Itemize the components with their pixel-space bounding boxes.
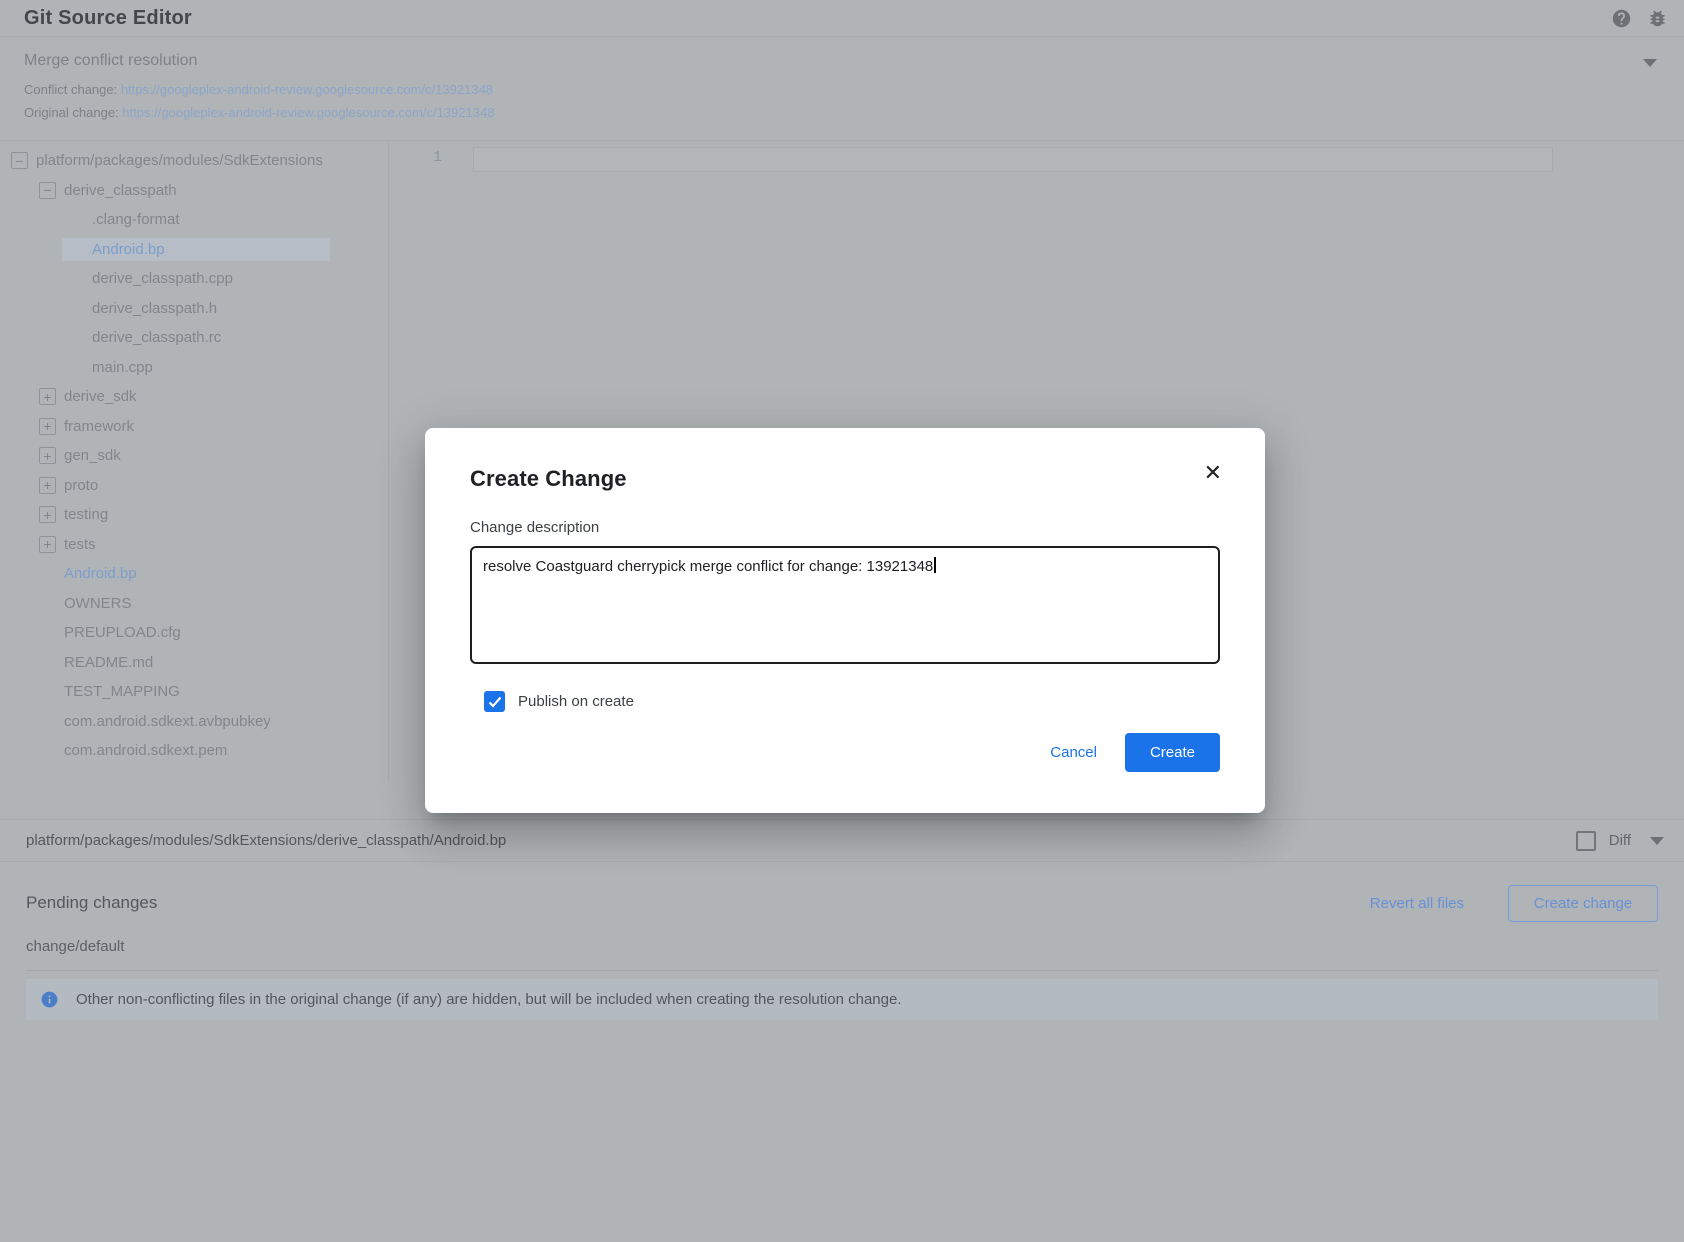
pending-changes-title: Pending changes: [26, 893, 157, 913]
tree-item-label: derive_sdk: [64, 388, 137, 405]
diff-toggle-group: Diff: [1576, 831, 1670, 851]
conflict-change-label: Conflict change:: [24, 82, 117, 97]
tree-item-label: com.android.sdkext.pem: [64, 742, 227, 759]
tree-item-label: TEST_MAPPING: [64, 683, 180, 700]
dialog-header: Create Change ✕: [470, 466, 1220, 492]
collapse-icon[interactable]: −: [11, 152, 28, 169]
tree-item-label: README.md: [64, 654, 153, 671]
tree-item-label: .clang-format: [92, 211, 180, 228]
tree-item-com.android.sdkext.avbpubkey[interactable]: com.android.sdkext.avbpubkey: [0, 707, 388, 737]
info-banner-message: Other non-conflicting files in the origi…: [76, 991, 902, 1008]
conflict-change-link[interactable]: https://googleplex-android-review.google…: [121, 82, 493, 97]
header-actions: [1611, 8, 1668, 29]
chevron-down-icon[interactable]: [1650, 837, 1664, 845]
tree-item-label: proto: [64, 477, 98, 494]
dialog-title: Create Change: [470, 466, 627, 492]
publish-on-create-row: Publish on create: [484, 691, 1220, 712]
expand-icon[interactable]: +: [39, 388, 56, 405]
change-description-value: resolve Coastguard cherrypick merge conf…: [483, 558, 933, 575]
tree-item-platform-packages-modules-sdkextensions[interactable]: −platform/packages/modules/SdkExtensions: [0, 146, 388, 176]
tree-item-derive-classpath.cpp[interactable]: derive_classpath.cpp: [0, 264, 388, 294]
tree-item-.clang-format[interactable]: .clang-format: [0, 205, 388, 235]
info-banner: Other non-conflicting files in the origi…: [26, 979, 1658, 1020]
tree-item-label: Android.bp: [92, 241, 165, 258]
expand-icon[interactable]: +: [39, 477, 56, 494]
expand-icon[interactable]: +: [39, 447, 56, 464]
expand-icon[interactable]: +: [39, 536, 56, 553]
create-button[interactable]: Create: [1125, 733, 1220, 772]
current-file-path: platform/packages/modules/SdkExtensions/…: [26, 832, 506, 849]
tree-item-test-mapping[interactable]: TEST_MAPPING: [0, 677, 388, 707]
line-number: 1: [390, 149, 442, 166]
diff-checkbox[interactable]: [1576, 831, 1596, 851]
app-header: Git Source Editor: [0, 0, 1684, 37]
tree-item-label: derive_classpath.h: [92, 300, 217, 317]
change-description-input[interactable]: resolve Coastguard cherrypick merge conf…: [470, 546, 1220, 664]
tree-item-readme.md[interactable]: README.md: [0, 648, 388, 678]
conflict-change-row: Conflict change: https://googleplex-andr…: [24, 82, 1660, 97]
file-path-bar: platform/packages/modules/SdkExtensions/…: [0, 819, 1684, 862]
cancel-button[interactable]: Cancel: [1032, 733, 1115, 772]
tree-item-label: PREUPLOAD.cfg: [64, 624, 181, 641]
publish-on-create-label: Publish on create: [518, 693, 634, 710]
tree-item-tests[interactable]: + tests: [0, 530, 388, 560]
publish-on-create-checkbox[interactable]: [484, 691, 505, 712]
collapse-icon[interactable]: −: [39, 182, 56, 199]
tree-item-gen-sdk[interactable]: + gen_sdk: [0, 441, 388, 471]
app-title: Git Source Editor: [24, 7, 192, 30]
tree-item-framework[interactable]: + framework: [0, 412, 388, 442]
text-cursor: [934, 557, 936, 573]
create-change-button[interactable]: Create change: [1508, 885, 1658, 922]
merge-conflict-panel: Merge conflict resolution Conflict chang…: [0, 37, 1684, 141]
change-description-label: Change description: [470, 519, 1220, 536]
diff-label: Diff: [1609, 832, 1631, 849]
tree-item-derive-sdk[interactable]: + derive_sdk: [0, 382, 388, 412]
expand-icon[interactable]: +: [39, 506, 56, 523]
tree-item-derive-classpath.h[interactable]: derive_classpath.h: [0, 294, 388, 324]
info-icon: [40, 990, 59, 1009]
tree-item-label: main.cpp: [92, 359, 153, 376]
original-change-row: Original change: https://googleplex-andr…: [24, 105, 1660, 120]
divider: [26, 970, 1658, 971]
tree-item-label: gen_sdk: [64, 447, 121, 464]
chevron-down-icon[interactable]: [1643, 59, 1657, 67]
tree-item-derive-classpath[interactable]: −derive_classpath: [0, 176, 388, 206]
pending-changes-header: Pending changes Revert all files Create …: [26, 884, 1658, 922]
create-change-dialog: Create Change ✕ Change description resol…: [425, 428, 1265, 813]
file-tree: −platform/packages/modules/SdkExtensions…: [0, 141, 389, 782]
tree-item-owners[interactable]: OWNERS: [0, 589, 388, 619]
original-change-label: Original change:: [24, 105, 119, 120]
tree-item-label: platform/packages/modules/SdkExtensions: [36, 152, 323, 169]
tree-item-label: derive_classpath.cpp: [92, 270, 233, 287]
tree-item-main.cpp[interactable]: main.cpp: [0, 353, 388, 383]
revert-all-files-button[interactable]: Revert all files: [1370, 895, 1464, 912]
pending-changes-panel: Pending changes Revert all files Create …: [0, 862, 1684, 1242]
help-icon[interactable]: [1611, 8, 1632, 29]
original-change-link[interactable]: https://googleplex-android-review.google…: [122, 105, 494, 120]
bug-report-icon[interactable]: [1647, 8, 1668, 29]
tree-item-proto[interactable]: + proto: [0, 471, 388, 501]
tree-item-label: framework: [64, 418, 134, 435]
tree-item-testing[interactable]: + testing: [0, 500, 388, 530]
tree-item-com.android.sdkext.pem[interactable]: com.android.sdkext.pem: [0, 736, 388, 766]
tree-item-label: derive_classpath: [64, 182, 177, 199]
tree-item-label: derive_classpath.rc: [92, 329, 221, 346]
editor-line[interactable]: [473, 147, 1553, 172]
tree-item-preupload.cfg[interactable]: PREUPLOAD.cfg: [0, 618, 388, 648]
dialog-actions: Cancel Create: [470, 733, 1220, 772]
tree-item-android.bp[interactable]: Android.bp: [0, 559, 388, 589]
tree-item-label: Android.bp: [64, 565, 137, 582]
tree-item-derive-classpath.rc[interactable]: derive_classpath.rc: [0, 323, 388, 353]
tree-item-label: testing: [64, 506, 108, 523]
expand-icon[interactable]: +: [39, 418, 56, 435]
change-ref: change/default: [26, 938, 1658, 955]
tree-item-label: OWNERS: [64, 595, 132, 612]
close-icon[interactable]: ✕: [1202, 460, 1224, 486]
tree-item-android.bp[interactable]: Android.bp: [0, 235, 388, 265]
merge-panel-title: Merge conflict resolution: [24, 52, 1660, 70]
tree-item-label: com.android.sdkext.avbpubkey: [64, 713, 271, 730]
tree-item-label: tests: [64, 536, 96, 553]
